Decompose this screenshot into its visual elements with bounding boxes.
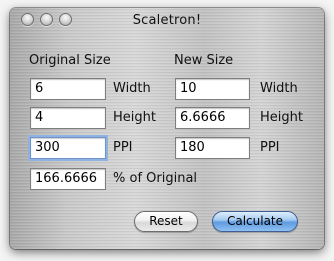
new-height-input[interactable]: 6.6666 xyxy=(175,107,250,129)
original-width-input[interactable]: 6 xyxy=(30,78,106,100)
original-size-heading: Original Size xyxy=(29,53,111,68)
reset-button[interactable]: Reset xyxy=(134,211,198,232)
original-height-label: Height xyxy=(113,110,156,125)
calculate-button[interactable]: Calculate xyxy=(212,211,298,232)
new-width-label: Width xyxy=(260,81,298,96)
new-ppi-input[interactable]: 180 xyxy=(175,137,250,159)
original-ppi-input[interactable]: 300 xyxy=(30,137,106,159)
new-size-heading: New Size xyxy=(174,53,234,68)
percent-of-original-label: % of Original xyxy=(113,171,198,186)
window-title: Scaletron! xyxy=(132,13,202,28)
original-ppi-label: PPI xyxy=(113,140,133,155)
original-height-input[interactable]: 4 xyxy=(30,107,106,129)
new-ppi-label: PPI xyxy=(260,140,280,155)
original-width-label: Width xyxy=(113,81,151,96)
title-bar[interactable]: Scaletron! xyxy=(10,8,324,32)
new-height-label: Height xyxy=(260,110,303,125)
app-window: Scaletron! Original Size New Size 6 Widt… xyxy=(10,8,324,249)
new-width-input[interactable]: 10 xyxy=(175,78,250,100)
percent-of-original-input[interactable]: 166.6666 xyxy=(30,168,106,190)
